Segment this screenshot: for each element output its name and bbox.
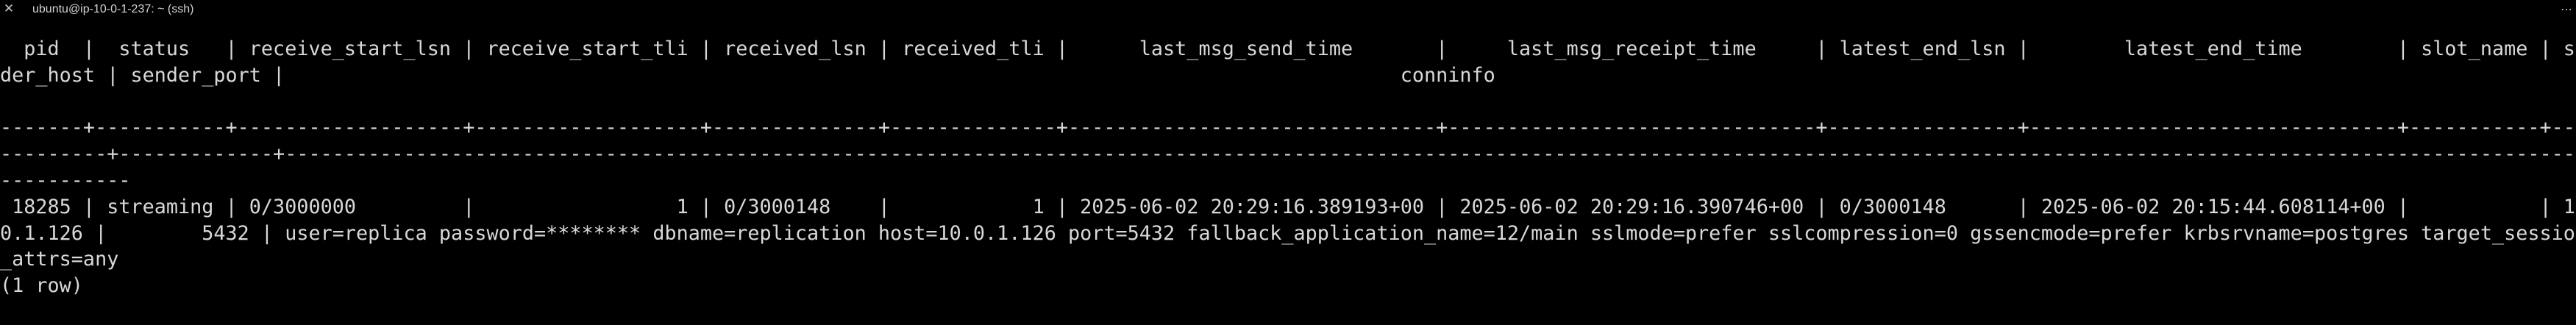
- terminal-line: pid | status | receive_start_lsn | recei…: [0, 38, 2576, 60]
- terminal-line: -----------: [0, 168, 131, 192]
- title-bar: ✕ ubuntu@ip-10-0-1-237: ~ (ssh) ⋯: [0, 0, 2576, 18]
- terminal-line: ---------+-------------+----------------…: [0, 143, 2576, 166]
- more-options-icon[interactable]: ⋯: [2560, 3, 2573, 16]
- terminal-line: -------+-----------+-------------------+…: [0, 116, 2576, 140]
- terminal-line: 18285 | streaming | 0/3000000 | 1 | 0/30…: [0, 195, 2576, 218]
- terminal-line: der_host | sender_port | conninfo: [0, 63, 1495, 87]
- terminal-output[interactable]: pid | status | receive_start_lsn | recei…: [0, 36, 2576, 325]
- terminal-line: 0.1.126 | 5432 | user=replica password=*…: [0, 221, 2576, 245]
- terminal-line: (1 row): [0, 274, 83, 298]
- window-title: ubuntu@ip-10-0-1-237: ~ (ssh): [32, 3, 194, 15]
- terminal-window: ✕ ubuntu@ip-10-0-1-237: ~ (ssh) ⋯ pid | …: [0, 0, 2576, 325]
- terminal-line: _attrs=any: [0, 248, 119, 271]
- close-icon[interactable]: ✕: [1, 1, 16, 16]
